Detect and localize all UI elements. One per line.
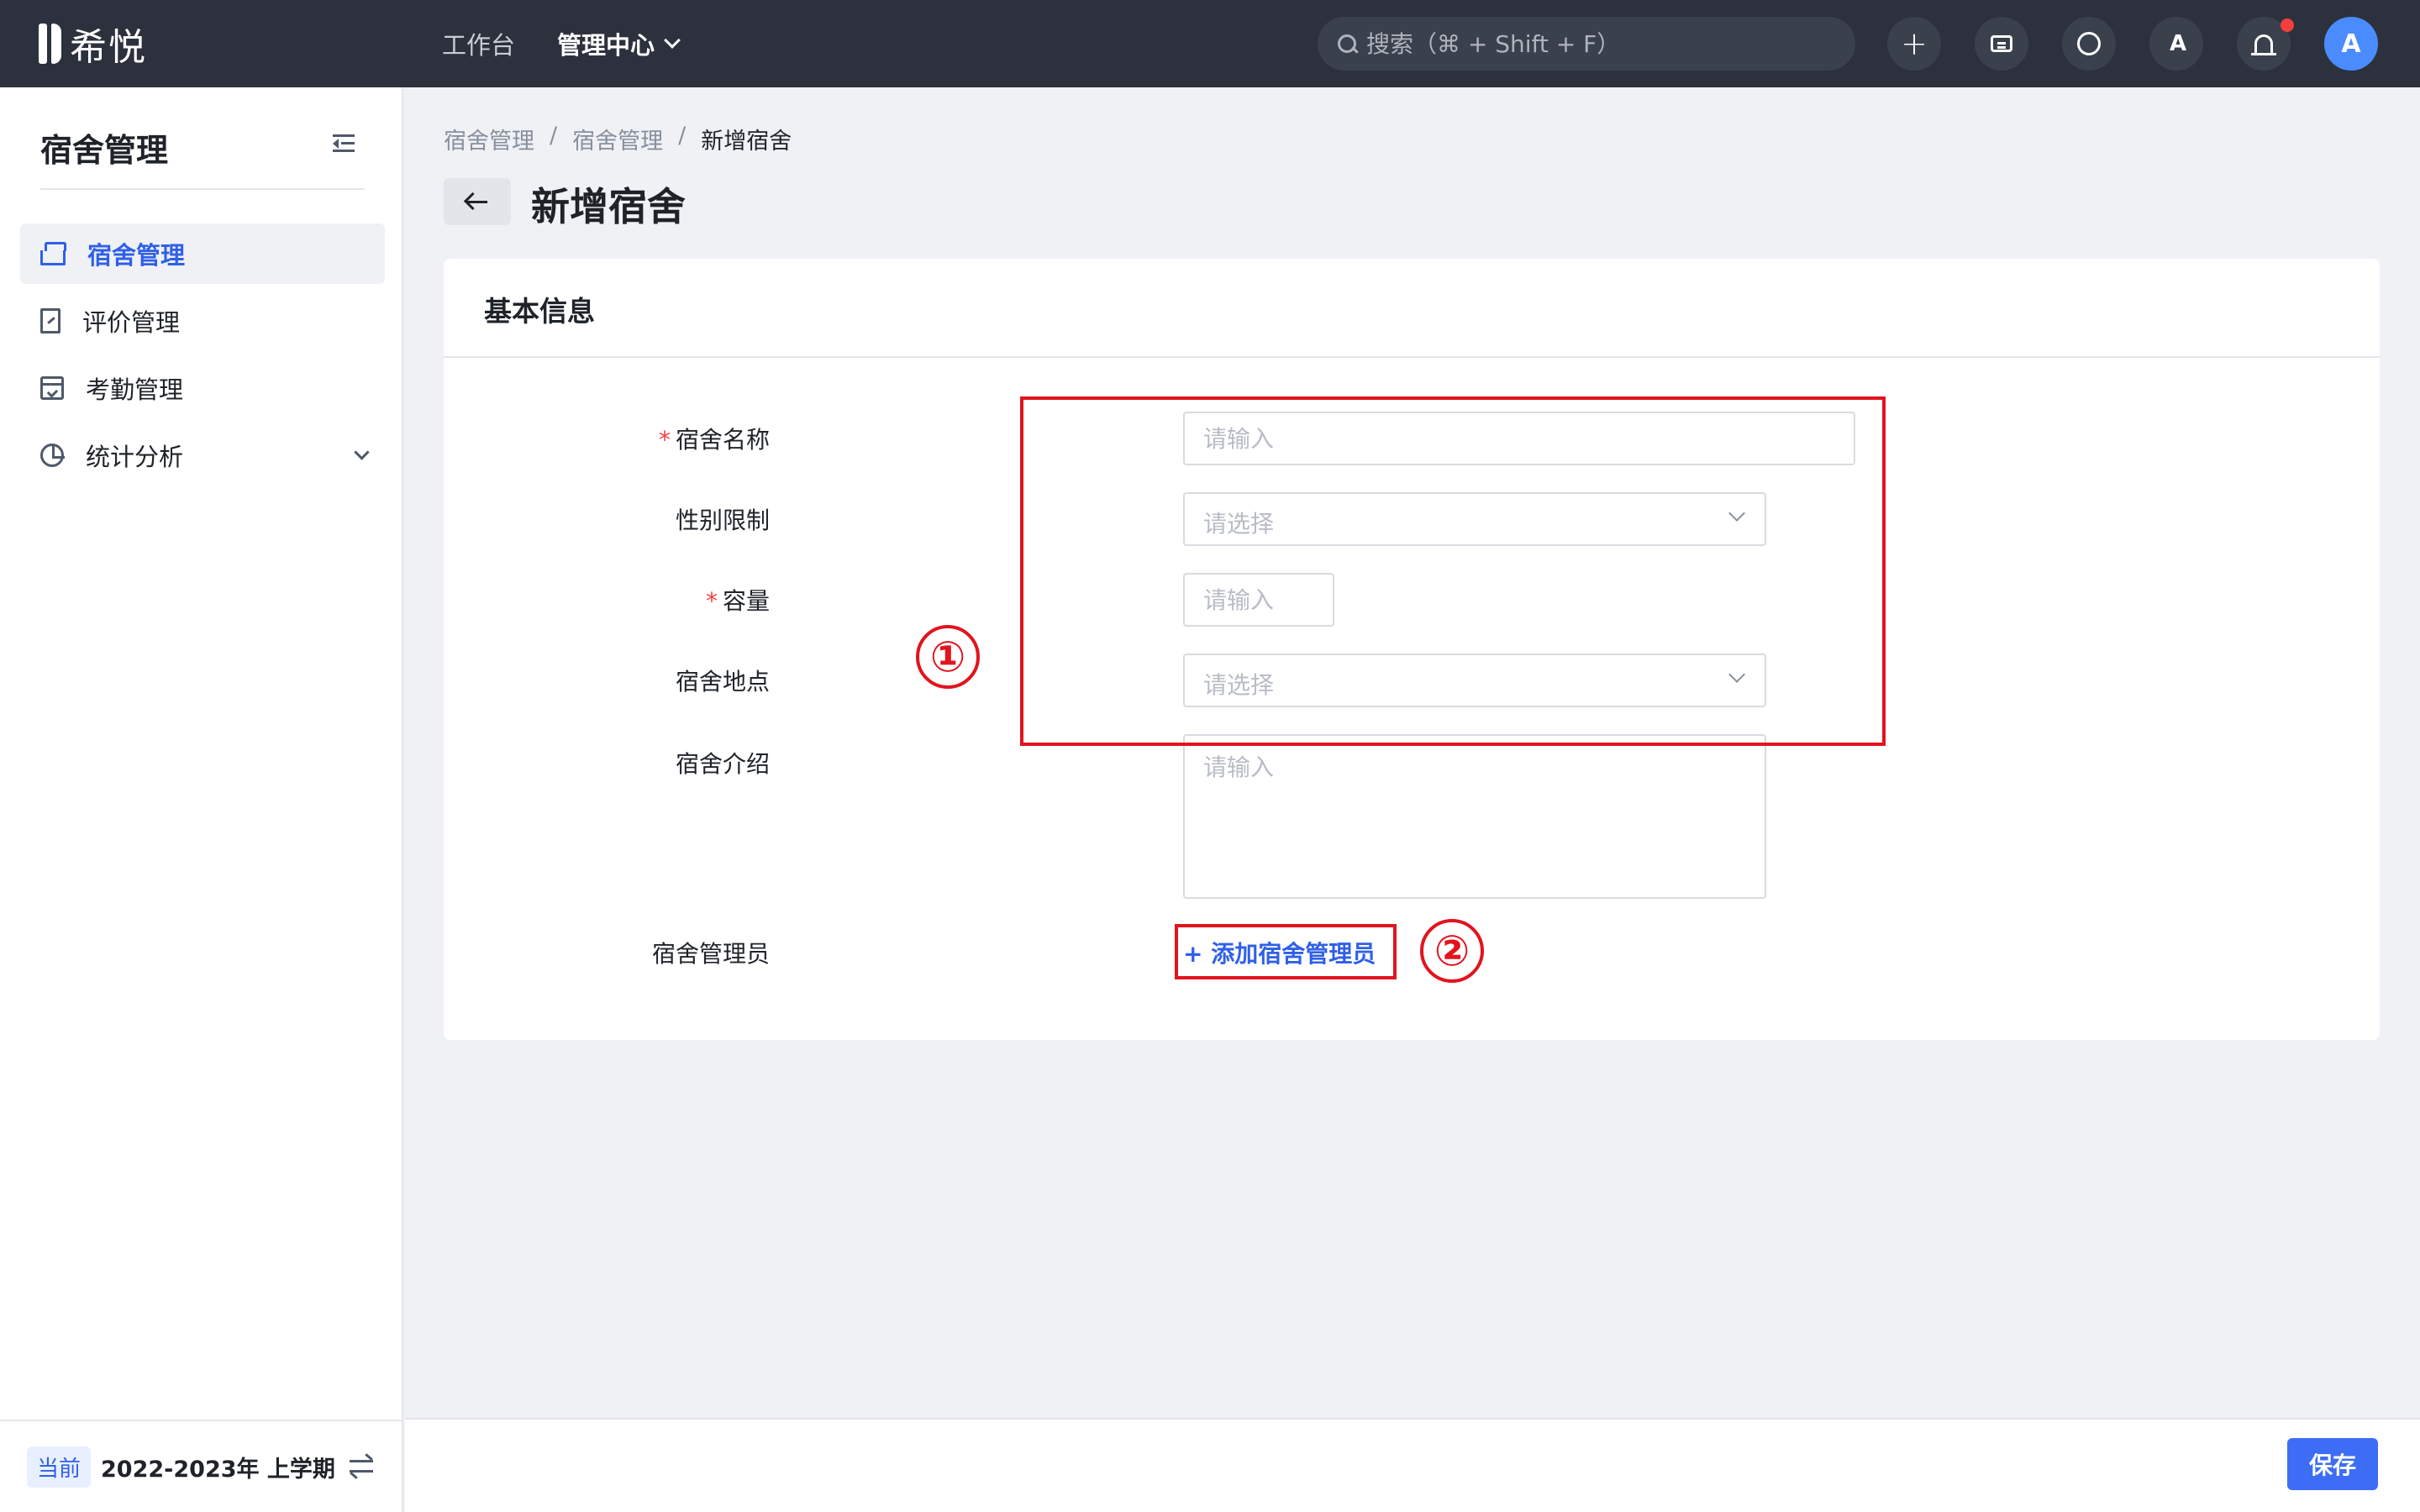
sidebar-item-statistics[interactable]: 统计分析 (20, 425, 385, 486)
capacity-label: * 容量 (585, 583, 770, 617)
breadcrumb-current: 新增宿舍 (701, 129, 792, 155)
top-nav: 工作台 管理中心 (442, 0, 681, 87)
dorm-name-label-text: 宿舍名称 (675, 426, 770, 454)
breadcrumb: 宿舍管理 / 宿舍管理 / 新增宿舍 (444, 123, 792, 155)
bed-icon (40, 242, 66, 265)
gender-limit-label: 性别限制 (675, 507, 770, 534)
sidebar-item-label: 宿舍管理 (87, 241, 186, 270)
term-switcher: 当前 2022-2023年 上学期 (0, 1420, 402, 1512)
calendar-icon (40, 376, 64, 400)
arrow-left-icon (467, 200, 487, 203)
sidebar-title: 宿舍管理 (40, 132, 169, 169)
breadcrumb-separator: / (550, 123, 558, 149)
breadcrumb-item[interactable]: 宿舍管理 (572, 123, 663, 155)
logo-icon (39, 24, 61, 64)
bottom-action-bar (405, 1418, 2420, 1512)
chevron-down-icon (354, 444, 370, 460)
notification-dot (2281, 18, 2294, 32)
annotation-box-2 (1175, 924, 1397, 979)
annotation-number-1: ① (916, 625, 980, 689)
logo-text: 希悦 (70, 26, 147, 69)
topnav-workbench[interactable]: 工作台 (442, 26, 515, 61)
doc-icon (40, 308, 60, 333)
global-search[interactable] (1318, 17, 1855, 71)
swap-icon[interactable] (350, 1453, 375, 1479)
sidebar-item-label: 考勤管理 (86, 375, 184, 404)
annotation-number-2: ② (1420, 919, 1484, 983)
search-input[interactable] (1366, 29, 1837, 58)
dorm-intro-label: 宿舍介绍 (675, 750, 770, 778)
current-term-label: 2022-2023年 上学期 (101, 1456, 335, 1483)
chat-icon (1991, 35, 2012, 52)
card-divider (444, 356, 2380, 358)
pie-chart-icon (40, 444, 65, 467)
sidebar-item-evaluation[interactable]: 评价管理 (20, 291, 385, 351)
annotation-box-1 (1020, 396, 1886, 746)
basic-info-card: 基本信息 *宿舍名称 性别限制 请选择 *容量 宿舍地点 请选择 宿舍介绍 宿舍… (444, 259, 2380, 1040)
current-term-badge: 当前 (27, 1446, 92, 1488)
collapse-sidebar-icon[interactable] (333, 134, 355, 153)
sidebar-item-dorm-management[interactable]: 宿舍管理 (20, 223, 385, 284)
capacity-label-text: 容量 (722, 587, 770, 615)
topnav-management-center[interactable]: 管理中心 (557, 26, 681, 61)
messages-button[interactable] (1975, 17, 2028, 71)
save-button[interactable]: 保存 (2287, 1438, 2378, 1490)
avatar[interactable]: A (2324, 17, 2378, 71)
dorm-manager-label: 宿舍管理员 (651, 940, 770, 968)
sidebar-item-label: 统计分析 (86, 443, 184, 471)
breadcrumb-item[interactable]: 宿舍管理 (444, 123, 534, 155)
language-button[interactable]: A (2149, 17, 2203, 71)
required-mark: * (705, 587, 718, 615)
app-store-icon (2077, 32, 2101, 55)
dorm-name-label: * 宿舍名称 (585, 422, 770, 455)
dorm-location-label: 宿舍地点 (675, 668, 770, 696)
search-icon (1336, 33, 1358, 55)
app-logo[interactable]: 希悦 (39, 20, 147, 69)
create-button[interactable]: + (1887, 17, 1941, 71)
back-button[interactable] (444, 178, 511, 225)
top-bar: 希悦 工作台 管理中心 + A A (0, 0, 2420, 87)
page-title: 新增宿舍 (531, 184, 686, 229)
sidebar-item-label: 评价管理 (82, 308, 181, 337)
card-title: 基本信息 (484, 295, 595, 328)
sidebar-item-attendance[interactable]: 考勤管理 (20, 358, 385, 418)
breadcrumb-separator: / (678, 123, 687, 149)
sidebar-divider (40, 188, 365, 190)
app-center-button[interactable] (2062, 17, 2116, 71)
chevron-down-icon (664, 32, 681, 49)
dorm-intro-textarea[interactable] (1183, 734, 1766, 899)
translate-icon: A (2169, 31, 2186, 56)
required-mark: * (658, 426, 671, 454)
sidebar: 宿舍管理 宿舍管理 评价管理 考勤管理 统计分析 当前 2022-2023年 上… (0, 87, 403, 1512)
bell-icon (2251, 34, 2276, 55)
topnav-management-center-label: 管理中心 (557, 31, 655, 60)
